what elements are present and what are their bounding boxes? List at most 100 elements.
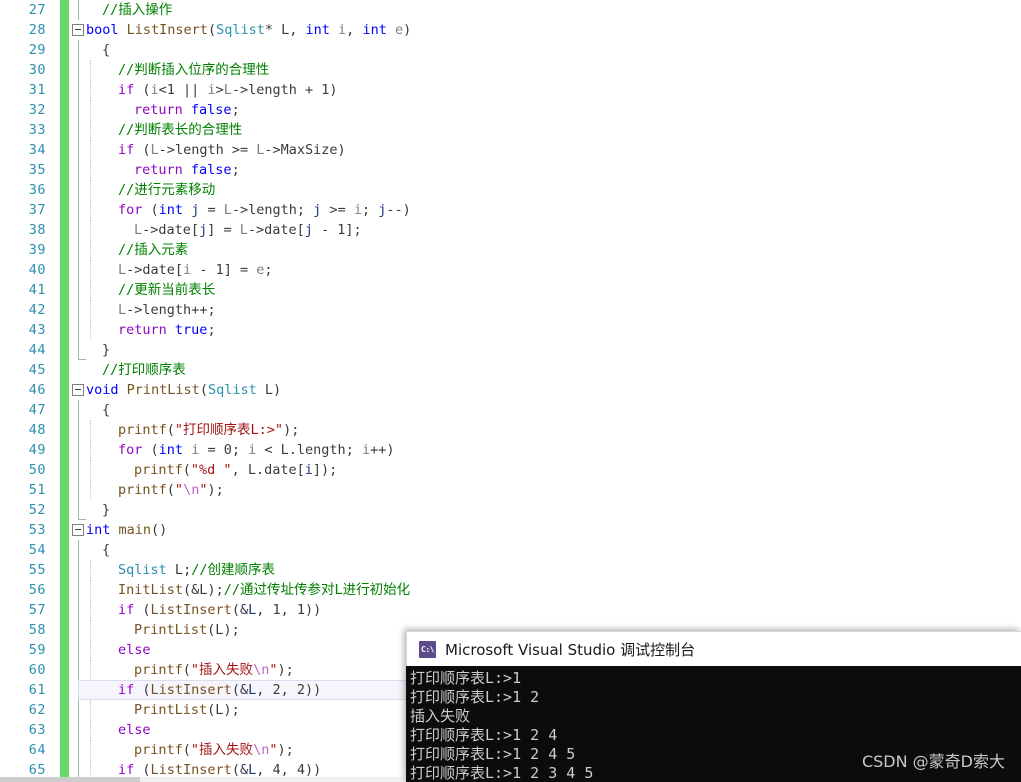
collapse-toggle-icon[interactable] — [72, 24, 84, 36]
code-line[interactable]: 42 L->length++; — [0, 300, 1021, 320]
code-line[interactable]: 30 //判断插入位序的合理性 — [0, 60, 1021, 80]
code-line[interactable]: 52} — [0, 500, 1021, 520]
code-line[interactable]: 28 bool ListInsert(Sqlist* L, int i, int … — [0, 20, 1021, 40]
code-text[interactable]: { — [102, 40, 110, 60]
code-line[interactable]: 57 if (ListInsert(&L, 1, 1)) — [0, 600, 1021, 620]
code-line[interactable]: 27 //插入操作 — [0, 0, 1021, 20]
code-token: { — [102, 42, 111, 58]
code-line[interactable]: 32 return false; — [0, 100, 1021, 120]
code-text[interactable]: Sqlist L;//创建顺序表 — [118, 560, 275, 580]
code-token: return — [134, 102, 183, 118]
code-text[interactable]: if (L->length >= L->MaxSize) — [118, 140, 346, 160]
console-titlebar[interactable]: C:\ Microsoft Visual Studio 调试控制台 — [406, 631, 1021, 666]
code-line[interactable]: 53 int main() — [0, 520, 1021, 540]
code-line[interactable]: 56 InitList(&L);//通过传址传参对L进行初始化 — [0, 580, 1021, 600]
code-text[interactable]: { — [102, 540, 110, 560]
change-marker-bar — [60, 440, 69, 460]
code-text[interactable]: PrintList(L); — [134, 620, 240, 640]
indent-guide-dotted — [90, 480, 91, 500]
code-line[interactable]: 47 { — [0, 400, 1021, 420]
code-line[interactable]: 37 for (int j = L->length; j >= i; j--) — [0, 200, 1021, 220]
code-text[interactable]: //插入操作 — [102, 0, 172, 20]
code-line[interactable]: 39 //插入元素 — [0, 240, 1021, 260]
code-text[interactable]: return true; — [118, 320, 216, 340]
code-text[interactable]: //插入元素 — [118, 240, 188, 260]
code-line[interactable]: 45 //打印顺序表 — [0, 360, 1021, 380]
collapse-toggle-icon[interactable] — [72, 524, 84, 536]
code-line[interactable]: 46 void PrintList(Sqlist L) — [0, 380, 1021, 400]
code-text[interactable]: //判断表长的合理性 — [118, 120, 242, 140]
code-text[interactable]: else — [118, 640, 151, 660]
code-token: else — [118, 722, 151, 738]
code-text[interactable]: else — [118, 720, 151, 740]
code-line[interactable]: 36 //进行元素移动 — [0, 180, 1021, 200]
code-line[interactable]: 41 //更新当前表长 — [0, 280, 1021, 300]
code-token: ListInsert — [126, 22, 208, 38]
code-line[interactable]: 44} — [0, 340, 1021, 360]
code-text[interactable]: bool ListInsert(Sqlist* L, int i, int e) — [86, 20, 411, 40]
code-line[interactable]: 38 L->date[j] = L->date[j - 1]; — [0, 220, 1021, 240]
code-line[interactable]: 34 if (L->length >= L->MaxSize) — [0, 140, 1021, 160]
debug-console-window[interactable]: C:\ Microsoft Visual Studio 调试控制台 打印顺序表L… — [406, 631, 1021, 782]
code-token: i — [338, 22, 347, 38]
code-line[interactable]: 31 if (i<1 || i>L->length + 1) — [0, 80, 1021, 100]
code-line[interactable]: 51 printf("\n"); — [0, 480, 1021, 500]
scrollbar-thumb[interactable] — [0, 777, 140, 782]
code-text[interactable]: for (int j = L->length; j >= i; j--) — [118, 200, 411, 220]
code-text[interactable]: printf("打印顺序表L:>"); — [118, 420, 299, 440]
code-text[interactable]: printf("%d ", L.date[i]); — [134, 460, 337, 480]
code-token: \n — [253, 742, 270, 758]
code-line[interactable]: 55 Sqlist L;//创建顺序表 — [0, 560, 1021, 580]
code-text[interactable]: //判断插入位序的合理性 — [118, 60, 269, 80]
code-text[interactable]: if (ListInsert(&L, 1, 1)) — [118, 600, 321, 620]
code-token: ; — [345, 442, 362, 458]
code-line[interactable]: 50 printf("%d ", L.date[i]); — [0, 460, 1021, 480]
code-token: date — [158, 222, 191, 238]
code-token: () — [151, 522, 168, 538]
code-text[interactable]: return false; — [134, 160, 240, 180]
code-line[interactable]: 43 return true; — [0, 320, 1021, 340]
code-line[interactable]: 29 { — [0, 40, 1021, 60]
code-token: printf — [118, 482, 167, 498]
code-line[interactable]: 35 return false; — [0, 160, 1021, 180]
line-number: 51 — [28, 482, 46, 498]
code-text[interactable]: return false; — [134, 100, 240, 120]
code-token: { — [102, 402, 111, 418]
code-text[interactable]: for (int i = 0; i < L.length; i++) — [118, 440, 395, 460]
code-token: = 0; — [199, 442, 249, 458]
code-token: (& — [231, 762, 249, 778]
code-token: -> — [247, 222, 265, 238]
code-text[interactable]: printf("\n"); — [118, 480, 224, 500]
code-line[interactable]: 33 //判断表长的合理性 — [0, 120, 1021, 140]
code-text[interactable]: //打印顺序表 — [102, 360, 186, 380]
structure-guide-line — [78, 640, 79, 660]
code-text[interactable]: InitList(&L);//通过传址传参对L进行初始化 — [118, 580, 410, 600]
indent-guide-dotted — [90, 560, 91, 580]
code-token: [ — [174, 262, 184, 278]
code-text[interactable]: //进行元素移动 — [118, 180, 215, 200]
code-token: (& — [183, 582, 200, 598]
code-line[interactable]: 48 printf("打印顺序表L:>"); — [0, 420, 1021, 440]
code-text[interactable]: //更新当前表长 — [118, 280, 215, 300]
code-text[interactable]: { — [102, 400, 110, 420]
code-text[interactable]: L->length++; — [118, 300, 216, 320]
collapse-toggle-icon[interactable] — [72, 384, 84, 396]
code-text[interactable]: void PrintList(Sqlist L) — [86, 380, 281, 400]
code-text[interactable]: } — [102, 340, 110, 360]
code-text[interactable]: printf("插入失败\n"); — [134, 660, 294, 680]
indent-guide-dotted — [90, 600, 91, 620]
code-text[interactable]: L->date[j] = L->date[j - 1]; — [134, 220, 362, 240]
change-marker-bar — [60, 620, 69, 640]
code-line[interactable]: 40 L->date[i - 1] = e; — [0, 260, 1021, 280]
code-text[interactable]: } — [102, 500, 110, 520]
code-text[interactable]: L->date[i - 1] = e; — [118, 260, 273, 280]
code-text[interactable]: printf("插入失败\n"); — [134, 740, 294, 760]
code-text[interactable]: PrintList(L); — [134, 700, 240, 720]
code-text[interactable]: if (i<1 || i>L->length + 1) — [118, 80, 338, 100]
code-text[interactable]: int main() — [86, 520, 167, 540]
code-line[interactable]: 54 { — [0, 540, 1021, 560]
code-text[interactable]: if (ListInsert(&L, 2, 2)) — [118, 680, 321, 700]
code-line[interactable]: 49 for (int i = 0; i < L.length; i++) — [0, 440, 1021, 460]
